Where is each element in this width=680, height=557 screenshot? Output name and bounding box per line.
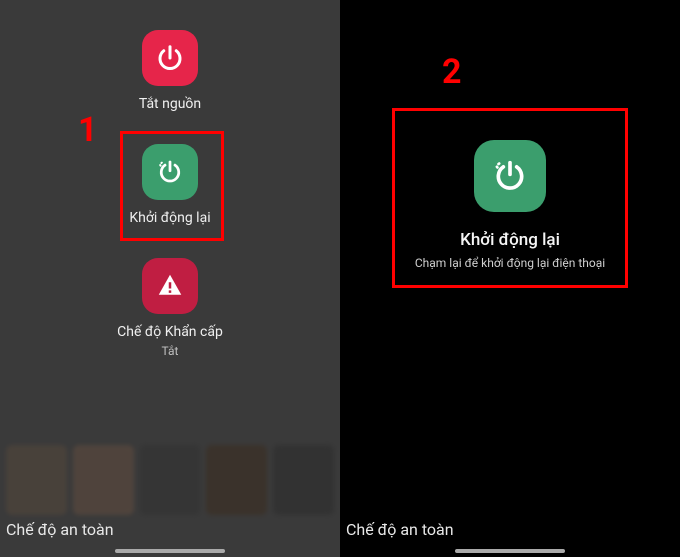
emergency-label: Chế độ Khẩn cấp [117, 324, 223, 340]
power-off-button[interactable]: Tắt nguồn [139, 30, 201, 112]
step-2-panel: 2 Khởi động lại Chạm lại để khởi động lạ… [340, 0, 680, 557]
emergency-mode-button[interactable]: Chế độ Khẩn cấp Tắt [117, 258, 223, 358]
restart-confirm-sublabel: Chạm lại để khởi động lại điện thoại [415, 256, 605, 270]
power-off-icon [142, 30, 198, 86]
power-menu: Tắt nguồn Khởi động lại Chế độ Khẩn [0, 30, 340, 390]
safe-mode-label: Chế độ an toàn [6, 520, 114, 539]
background-apps-blur [0, 445, 340, 515]
step-number-2: 2 [442, 52, 462, 92]
step-number-1: 1 [78, 110, 98, 150]
power-off-label: Tắt nguồn [139, 96, 201, 112]
step-1-panel: 1 Tắt nguồn Khởi động lại [0, 0, 340, 557]
restart-confirm-label: Khởi động lại [460, 230, 560, 250]
emergency-icon [142, 258, 198, 314]
restart-label: Khởi động lại [129, 210, 210, 226]
emergency-sublabel: Tắt [162, 344, 179, 358]
restart-icon [474, 140, 546, 212]
safe-mode-label: Chế độ an toàn [346, 520, 454, 539]
restart-icon [142, 144, 198, 200]
restart-button[interactable]: Khởi động lại [129, 144, 210, 226]
restart-confirm-button[interactable]: Khởi động lại Chạm lại để khởi động lại … [395, 120, 625, 294]
nav-bar-handle[interactable] [115, 549, 225, 553]
nav-bar-handle[interactable] [455, 549, 565, 553]
